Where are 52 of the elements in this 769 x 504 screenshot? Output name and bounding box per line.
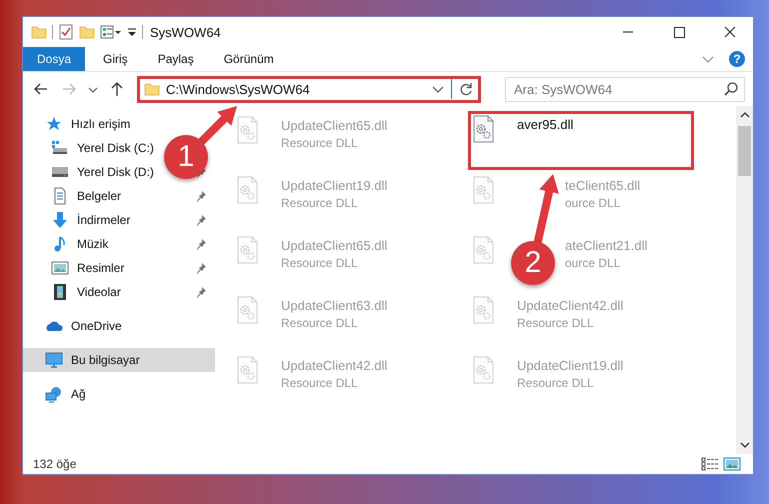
file-type: Resource DLL: [281, 196, 358, 210]
pin-icon[interactable]: [195, 238, 207, 250]
sidebar-item[interactable]: Videolar: [23, 280, 125, 304]
search-field[interactable]: Ara: SysWOW64: [505, 76, 745, 102]
ribbon-tab[interactable]: Giriş: [91, 47, 140, 71]
item-count: 132 öğe: [33, 457, 76, 471]
pin-icon[interactable]: [195, 190, 207, 202]
large-icons-view-icon[interactable]: [723, 457, 741, 471]
sidebar-item[interactable]: Ağ: [23, 382, 90, 406]
film-icon: [51, 283, 69, 301]
download-arrow-icon: [51, 211, 69, 229]
computer-icon: [45, 351, 63, 369]
file-type: Resource DLL: [281, 316, 358, 330]
window-title: SysWOW64: [150, 24, 221, 40]
file-type: ource DLL: [565, 256, 620, 270]
sidebar-item[interactable]: Hızlı erişim: [23, 112, 134, 136]
sidebar-item[interactable]: Belgeler: [23, 184, 126, 208]
sidebar-item[interactable]: Yerel Disk (D:): [23, 160, 158, 184]
scrollbar[interactable]: [736, 106, 753, 454]
pin-icon[interactable]: [195, 286, 207, 298]
file-type: Resource DLL: [517, 316, 594, 330]
pin-icon[interactable]: [195, 262, 207, 274]
refresh-icon[interactable]: [458, 81, 474, 97]
checklist-icon[interactable]: [58, 24, 74, 40]
file-type: Resource DLL: [281, 136, 358, 150]
address-path: C:\Windows\SysWOW64: [166, 82, 310, 96]
address-field[interactable]: C:\Windows\SysWOW64: [137, 76, 481, 102]
file-tab[interactable]: Dosya: [23, 47, 86, 71]
ribbon-tab[interactable]: Paylaş: [146, 47, 206, 71]
sidebar-item[interactable]: Bu bilgisayar: [23, 348, 215, 372]
ribbon-tab[interactable]: Görünüm: [212, 47, 286, 71]
search-icon[interactable]: [723, 80, 739, 96]
properties-icon[interactable]: [100, 24, 122, 40]
file-type: Resource DLL: [281, 256, 358, 270]
file-item[interactable]: aver95.dll: [468, 111, 694, 170]
sidebar-item[interactable]: İndirmeler: [23, 208, 134, 232]
drive-icon: [51, 139, 69, 157]
file-type: Resource DLL: [517, 376, 594, 390]
sidebar-item[interactable]: Müzik: [23, 232, 112, 256]
scroll-thumb[interactable]: [738, 126, 751, 176]
details-view-icon[interactable]: [701, 457, 719, 471]
network-icon: [45, 385, 63, 403]
star-icon: [45, 115, 63, 133]
file-type: ource DLL: [565, 196, 620, 210]
pin-icon[interactable]: [195, 214, 207, 226]
picture-icon: [51, 259, 69, 277]
help-button[interactable]: ?: [729, 51, 745, 67]
sidebar-item[interactable]: Resimler: [23, 256, 128, 280]
folder-icon: [144, 81, 160, 97]
sidebar-item[interactable]: Yerel Disk (C:): [23, 136, 158, 160]
file-type: Resource DLL: [281, 376, 358, 390]
sidebar-item[interactable]: OneDrive: [23, 314, 126, 338]
